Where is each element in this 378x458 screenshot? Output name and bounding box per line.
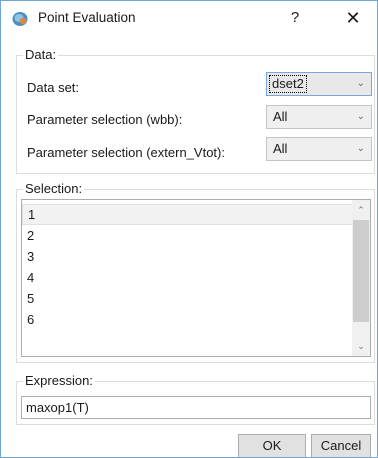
close-button[interactable]: ✕: [341, 7, 365, 29]
chevron-down-icon: ⌄: [356, 143, 365, 154]
app-icon: [11, 10, 29, 28]
dataset-value: dset2: [269, 75, 307, 93]
window-title: Point Evaluation: [38, 10, 136, 25]
expression-group-label: Expression:: [23, 373, 95, 389]
param-vtot-combobox[interactable]: All ⌄: [266, 137, 372, 161]
expression-input[interactable]: maxop1(T): [21, 396, 371, 419]
selection-listbox[interactable]: 123456 ⌃ ⌄: [21, 199, 371, 357]
point-evaluation-dialog: Point Evaluation ? ✕ Data: Data set: dse…: [0, 0, 378, 458]
list-item[interactable]: 3: [22, 246, 370, 267]
list-item[interactable]: 5: [22, 288, 370, 309]
list-item[interactable]: 6: [22, 309, 370, 330]
dataset-label: Data set:: [27, 80, 80, 95]
cancel-button[interactable]: Cancel: [311, 434, 371, 457]
list-item[interactable]: 4: [22, 267, 370, 288]
scroll-up-icon[interactable]: ⌃: [352, 201, 370, 219]
selection-group-label: Selection:: [23, 181, 85, 197]
param-wbb-label: Parameter selection (wbb):: [27, 112, 183, 127]
scroll-down-icon[interactable]: ⌄: [352, 337, 370, 355]
list-scrollbar[interactable]: ⌃ ⌄: [352, 200, 370, 356]
dataset-combobox[interactable]: dset2 ⌄: [266, 72, 372, 96]
selection-list: 123456: [22, 200, 370, 330]
help-button[interactable]: ?: [285, 7, 305, 29]
list-item[interactable]: 1: [22, 204, 370, 225]
ok-button[interactable]: OK: [238, 434, 306, 457]
param-wbb-value: All: [273, 109, 288, 124]
chevron-down-icon: ⌄: [356, 78, 365, 89]
scroll-thumb[interactable]: [353, 220, 369, 322]
param-vtot-value: All: [273, 141, 288, 156]
list-item[interactable]: 2: [22, 225, 370, 246]
param-vtot-label: Parameter selection (extern_Vtot):: [27, 145, 225, 160]
param-wbb-combobox[interactable]: All ⌄: [266, 105, 372, 129]
data-group-label: Data:: [23, 47, 59, 63]
title-bar: Point Evaluation ? ✕: [1, 1, 377, 35]
chevron-down-icon: ⌄: [356, 111, 365, 122]
